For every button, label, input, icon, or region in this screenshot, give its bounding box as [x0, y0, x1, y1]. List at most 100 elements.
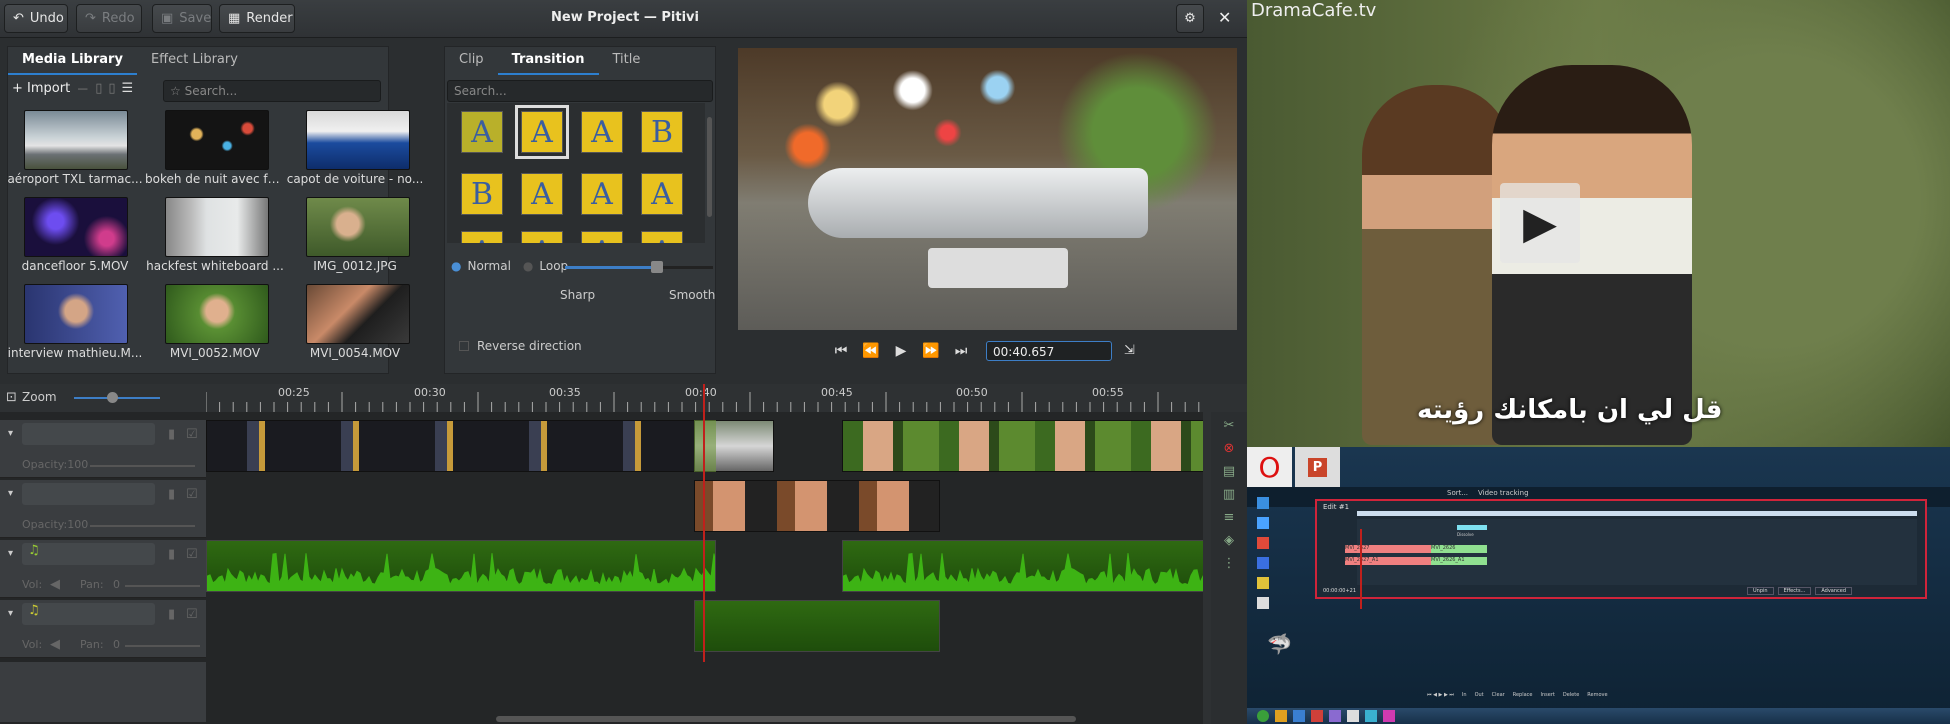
media-item[interactable] [165, 284, 269, 344]
expand-icon[interactable]: ▾ [8, 608, 13, 619]
detach-viewer-icon[interactable]: ⇲ [1124, 343, 1135, 358]
audible-checkbox[interactable]: ☑ [186, 547, 198, 562]
app-icon[interactable] [1257, 537, 1269, 549]
group-icon[interactable]: ▤ [1223, 464, 1235, 479]
taskbar-app-icon[interactable] [1293, 710, 1305, 722]
close-button[interactable]: ✕ [1218, 8, 1231, 27]
app-icon[interactable] [1257, 517, 1269, 529]
video-clip-interview[interactable] [842, 420, 1204, 472]
delete-button[interactable]: Delete [1563, 692, 1579, 698]
app-icon[interactable] [1257, 497, 1269, 509]
transition-item[interactable]: A [641, 173, 683, 215]
delete-icon[interactable]: ⊗ [1224, 441, 1235, 456]
expand-icon[interactable]: ▾ [8, 428, 13, 439]
visible-checkbox[interactable]: ☑ [186, 427, 198, 442]
lock-icon[interactable]: ▮ [168, 427, 175, 442]
in-button[interactable]: In [1462, 692, 1467, 698]
remove-button[interactable]: Remove [1587, 692, 1607, 698]
transition-item[interactable]: B [641, 111, 683, 153]
settings-button[interactable]: ⚙ [1176, 4, 1204, 33]
expand-icon[interactable]: ▾ [8, 548, 13, 559]
out-button[interactable]: Out [1475, 692, 1484, 698]
taskbar-app-icon[interactable] [1365, 710, 1377, 722]
transition-item[interactable]: A [461, 231, 503, 243]
media-item[interactable] [306, 284, 410, 344]
powerpoint-icon[interactable]: P [1295, 447, 1340, 487]
transition-item[interactable]: B [461, 173, 503, 215]
edit-clip[interactable]: Dissolve [1457, 525, 1487, 537]
video-clip-bokeh[interactable] [206, 420, 716, 472]
play-icon[interactable]: ▶ [1500, 183, 1580, 263]
advanced-button[interactable]: Advanced [1815, 587, 1853, 595]
transition-item[interactable]: A [641, 231, 683, 243]
import-button[interactable]: + Import [12, 81, 70, 96]
opacity-slider[interactable] [90, 525, 195, 527]
audio-note-icon[interactable]: ♫ [22, 603, 155, 625]
fast-forward-icon[interactable]: ⏩ [918, 340, 944, 362]
transition-item[interactable]: A [461, 111, 503, 153]
vertical-scrollbar[interactable] [1203, 412, 1211, 724]
expand-icon[interactable]: ▾ [8, 488, 13, 499]
nav-icon[interactable]: ⏮ ◀ ▶ ▶ ⏭ [1427, 692, 1454, 698]
transition-item[interactable]: A [581, 231, 623, 243]
media-item[interactable] [24, 197, 128, 257]
insert-button[interactable]: Insert [1541, 692, 1555, 698]
library-search-input[interactable]: ☆ Search... [163, 80, 381, 102]
tab-title[interactable]: Title [599, 52, 655, 75]
transition-scrollbar[interactable] [707, 117, 712, 217]
softness-handle[interactable] [650, 261, 663, 273]
edit-clip[interactable]: MVI_2626_A1 [1431, 557, 1487, 565]
track-name-field[interactable] [22, 483, 155, 505]
tab-clip[interactable]: Clip [445, 52, 498, 75]
goto-start-icon[interactable]: ⏮ [828, 340, 854, 362]
app-icon[interactable] [1257, 577, 1269, 589]
opacity-slider[interactable] [90, 465, 195, 467]
app-icon[interactable] [1257, 557, 1269, 569]
tab-effect-library[interactable]: Effect Library [137, 52, 252, 75]
media-item[interactable] [24, 110, 128, 170]
edit-clip[interactable]: MVI_2627 [1345, 545, 1431, 553]
media-item[interactable] [306, 110, 410, 170]
snap-icon[interactable]: ⋮ [1223, 556, 1236, 571]
list-view-icon[interactable]: ☰ [122, 81, 134, 96]
sort-tab[interactable]: Sort... [1447, 489, 1468, 497]
render-button[interactable]: ▦ Render [219, 4, 295, 33]
app-icon[interactable] [1257, 597, 1269, 609]
tab-transition[interactable]: Transition [497, 52, 599, 75]
undo-button[interactable]: ↶ Undo [4, 4, 68, 33]
split-icon[interactable]: ✂ [1224, 418, 1235, 433]
rewind-icon[interactable]: ⏪ [858, 340, 884, 362]
audio-clip[interactable] [842, 540, 1204, 592]
video-tracking-tab[interactable]: Video tracking [1478, 489, 1528, 497]
tab-media-library[interactable]: Media Library [8, 52, 137, 75]
taskbar-app-icon[interactable] [1329, 710, 1341, 722]
horizontal-scrollbar[interactable] [496, 716, 1076, 722]
remove-icon[interactable]: － [76, 79, 89, 98]
unpin-button[interactable]: Unpin [1747, 587, 1774, 595]
media-item[interactable] [24, 284, 128, 344]
transition-item[interactable]: A [581, 111, 623, 153]
media-item[interactable] [165, 197, 269, 257]
transition-item-selected[interactable]: A [515, 105, 569, 159]
edit-clip[interactable]: MVI_2626 [1431, 545, 1487, 553]
playhead[interactable] [703, 384, 705, 662]
transition-search-input[interactable]: Search... [447, 80, 713, 102]
clear-button[interactable]: Clear [1492, 692, 1505, 698]
zoom-handle[interactable] [107, 392, 118, 403]
taskbar-app-icon[interactable] [1347, 710, 1359, 722]
align-icon[interactable]: ≡ [1224, 510, 1235, 525]
reverse-checkbox[interactable]: Reverse direction [459, 339, 582, 353]
track-name-field[interactable] [22, 423, 155, 445]
taskbar-app-icon[interactable] [1383, 710, 1395, 722]
taskbar-app-icon[interactable] [1311, 710, 1323, 722]
lock-icon[interactable]: ▮ [168, 607, 175, 622]
opera-icon[interactable]: O [1247, 447, 1292, 487]
goto-end-icon[interactable]: ⏭ [948, 340, 974, 362]
lock-icon[interactable]: ▮ [168, 547, 175, 562]
timecode-input[interactable]: 00:40.657 [986, 341, 1112, 361]
transition-item[interactable]: A [581, 173, 623, 215]
transition-marker[interactable] [694, 420, 716, 472]
edit-clip[interactable]: MVI_2627_A1 [1345, 557, 1431, 565]
replace-button[interactable]: Replace [1513, 692, 1533, 698]
taskbar-app-icon[interactable] [1275, 710, 1287, 722]
